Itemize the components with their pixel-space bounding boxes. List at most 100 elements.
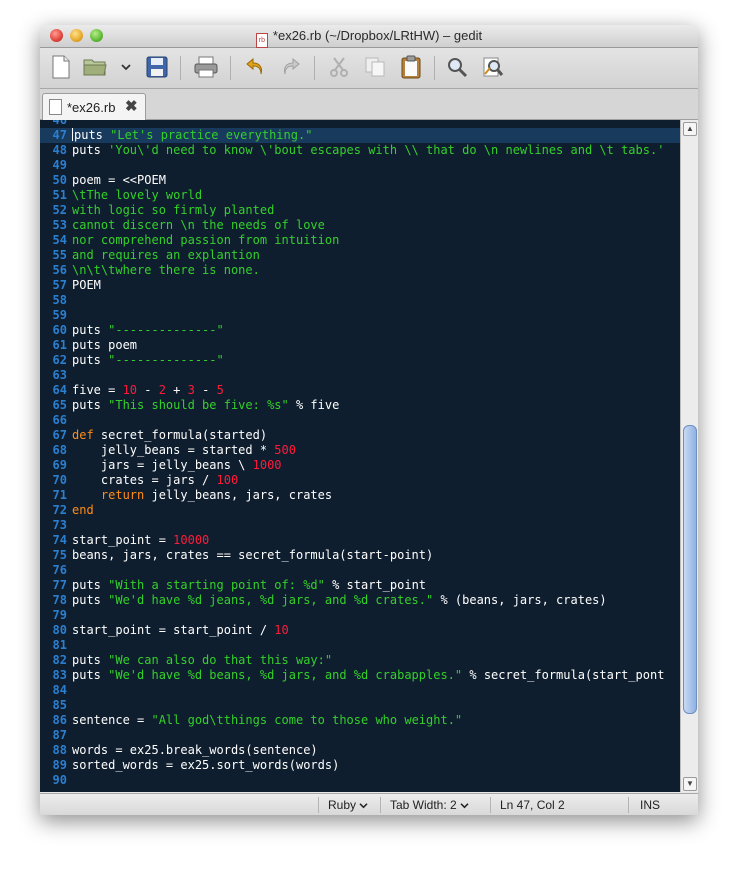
- code-line[interactable]: 86 sentence = "All god\tthings come to th…: [40, 713, 680, 728]
- code-line[interactable]: 67 def secret_formula(started): [40, 428, 680, 443]
- tab-width-value: 2: [450, 798, 457, 812]
- code-text: jars = jelly_beans \ 1000: [72, 458, 282, 472]
- toolbar-separator: [180, 56, 181, 80]
- language-label: Ruby: [328, 798, 357, 812]
- line-number: 46: [52, 120, 67, 127]
- code-line[interactable]: 61 puts poem: [40, 338, 680, 353]
- code-text: puts poem: [72, 338, 138, 352]
- code-line[interactable]: 47 puts "Let's practice everything.": [40, 128, 680, 143]
- printer-icon: [194, 56, 218, 78]
- cut-button[interactable]: [326, 52, 352, 82]
- scroll-down-arrow-icon[interactable]: ▼: [683, 777, 697, 791]
- code-line[interactable]: 68 jelly_beans = started * 500: [40, 443, 680, 458]
- open-recent-dropdown[interactable]: [118, 52, 134, 82]
- line-number: 71: [52, 488, 67, 502]
- code-text: sorted_words = ex25.sort_words(words): [72, 758, 340, 772]
- code-line[interactable]: 72 end: [40, 503, 680, 518]
- title-bar[interactable]: rb *ex26.rb (~/Dropbox/LRtHW) – gedit: [40, 25, 698, 48]
- line-number: 59: [52, 308, 67, 322]
- code-line[interactable]: 89 sorted_words = ex25.sort_words(words): [40, 758, 680, 773]
- code-line[interactable]: 58: [40, 293, 680, 308]
- code-line[interactable]: 73: [40, 518, 680, 533]
- code-line[interactable]: 51 \tThe lovely world: [40, 188, 680, 203]
- paste-button[interactable]: [398, 52, 424, 82]
- save-button[interactable]: [144, 52, 170, 82]
- code-text: puts 'You\'d need to know \'bout escapes…: [72, 143, 665, 157]
- magnifier-icon: [448, 58, 468, 78]
- code-line[interactable]: 80 start_point = start_point / 10: [40, 623, 680, 638]
- line-number: 78: [52, 593, 67, 607]
- code-text: \n\t\twhere there is none.: [72, 263, 260, 277]
- scrollbar-thumb[interactable]: [683, 425, 697, 714]
- code-line[interactable]: 46: [40, 120, 680, 128]
- code-line[interactable]: 53 cannot discern \n the needs of love: [40, 218, 680, 233]
- window-title: rb *ex26.rb (~/Dropbox/LRtHW) – gedit: [40, 28, 698, 48]
- code-line[interactable]: 76: [40, 563, 680, 578]
- line-number: 53: [52, 218, 67, 232]
- code-text: \tThe lovely world: [72, 188, 203, 202]
- code-line[interactable]: 48 puts 'You\'d need to know \'bout escap…: [40, 143, 680, 158]
- scroll-up-arrow-icon[interactable]: ▲: [683, 122, 697, 136]
- redo-icon: [284, 57, 300, 75]
- code-line[interactable]: 66: [40, 413, 680, 428]
- save-icon: [146, 56, 168, 78]
- tab-ex26-rb[interactable]: *ex26.rb ✖: [42, 93, 146, 120]
- code-line[interactable]: 57 POEM: [40, 278, 680, 293]
- code-line[interactable]: 85: [40, 698, 680, 713]
- tab-label: *ex26.rb: [67, 100, 116, 115]
- line-number: 65: [52, 398, 67, 412]
- code-line[interactable]: 74 start_point = 10000: [40, 533, 680, 548]
- find-button[interactable]: [444, 52, 470, 82]
- line-number: 83: [52, 668, 67, 682]
- code-line[interactable]: 87: [40, 728, 680, 743]
- line-number: 54: [52, 233, 67, 247]
- code-line[interactable]: 49: [40, 158, 680, 173]
- code-line[interactable]: 70 crates = jars / 100: [40, 473, 680, 488]
- code-line[interactable]: 77 puts "With a starting point of: %d" % …: [40, 578, 680, 593]
- line-number: 68: [52, 443, 67, 457]
- close-tab-icon[interactable]: ✖: [125, 97, 138, 115]
- code-line[interactable]: 90: [40, 773, 680, 788]
- code-line[interactable]: 88 words = ex25.break_words(sentence): [40, 743, 680, 758]
- code-line[interactable]: 71 return jelly_beans, jars, crates: [40, 488, 680, 503]
- code-line[interactable]: 55 and requires an explantion: [40, 248, 680, 263]
- code-line[interactable]: 75 beans, jars, crates == secret_formula(…: [40, 548, 680, 563]
- undo-button[interactable]: [242, 52, 268, 82]
- code-line[interactable]: 56 \n\t\twhere there is none.: [40, 263, 680, 278]
- print-button[interactable]: [192, 52, 220, 82]
- new-document-button[interactable]: [48, 52, 74, 82]
- find-replace-button[interactable]: [480, 52, 506, 82]
- line-number: 82: [52, 653, 67, 667]
- language-selector[interactable]: Ruby: [328, 798, 368, 812]
- line-number: 47: [52, 128, 67, 142]
- code-text: words = ex25.break_words(sentence): [72, 743, 318, 757]
- code-line[interactable]: 83 puts "We'd have %d beans, %d jars, and…: [40, 668, 680, 683]
- line-number: 74: [52, 533, 67, 547]
- code-editor[interactable]: 46 47 puts "Let's practice everything." 48 p…: [40, 120, 680, 792]
- code-line[interactable]: 69 jars = jelly_beans \ 1000: [40, 458, 680, 473]
- code-line[interactable]: 65 puts "This should be five: %s" % five: [40, 398, 680, 413]
- window-title-text: *ex26.rb (~/Dropbox/LRtHW) – gedit: [272, 28, 483, 43]
- code-line[interactable]: 84: [40, 683, 680, 698]
- code-line[interactable]: 79: [40, 608, 680, 623]
- code-line[interactable]: 50 poem = <<POEM: [40, 173, 680, 188]
- code-line[interactable]: 62 puts "--------------": [40, 353, 680, 368]
- copy-button[interactable]: [362, 52, 388, 82]
- code-line[interactable]: 59: [40, 308, 680, 323]
- scissors-icon: [330, 57, 348, 77]
- code-text: start_point = start_point / 10: [72, 623, 289, 637]
- code-line[interactable]: 64 five = 10 - 2 + 3 - 5: [40, 383, 680, 398]
- code-line[interactable]: 52 with logic so firmly planted: [40, 203, 680, 218]
- gedit-window: rb *ex26.rb (~/Dropbox/LRtHW) – gedit *e…: [40, 25, 698, 815]
- code-line[interactable]: 63: [40, 368, 680, 383]
- code-line[interactable]: 78 puts "We'd have %d jeans, %d jars, and…: [40, 593, 680, 608]
- code-line[interactable]: 82 puts "We can also do that this way:": [40, 653, 680, 668]
- code-line[interactable]: 54 nor comprehend passion from intuition: [40, 233, 680, 248]
- tab-width-selector[interactable]: Tab Width: 2: [390, 798, 469, 812]
- open-button[interactable]: [82, 52, 108, 82]
- redo-button[interactable]: [278, 52, 304, 82]
- code-line[interactable]: 81: [40, 638, 680, 653]
- line-number: 89: [52, 758, 67, 772]
- vertical-scrollbar[interactable]: ▲ ▼: [680, 120, 698, 792]
- code-line[interactable]: 60 puts "--------------": [40, 323, 680, 338]
